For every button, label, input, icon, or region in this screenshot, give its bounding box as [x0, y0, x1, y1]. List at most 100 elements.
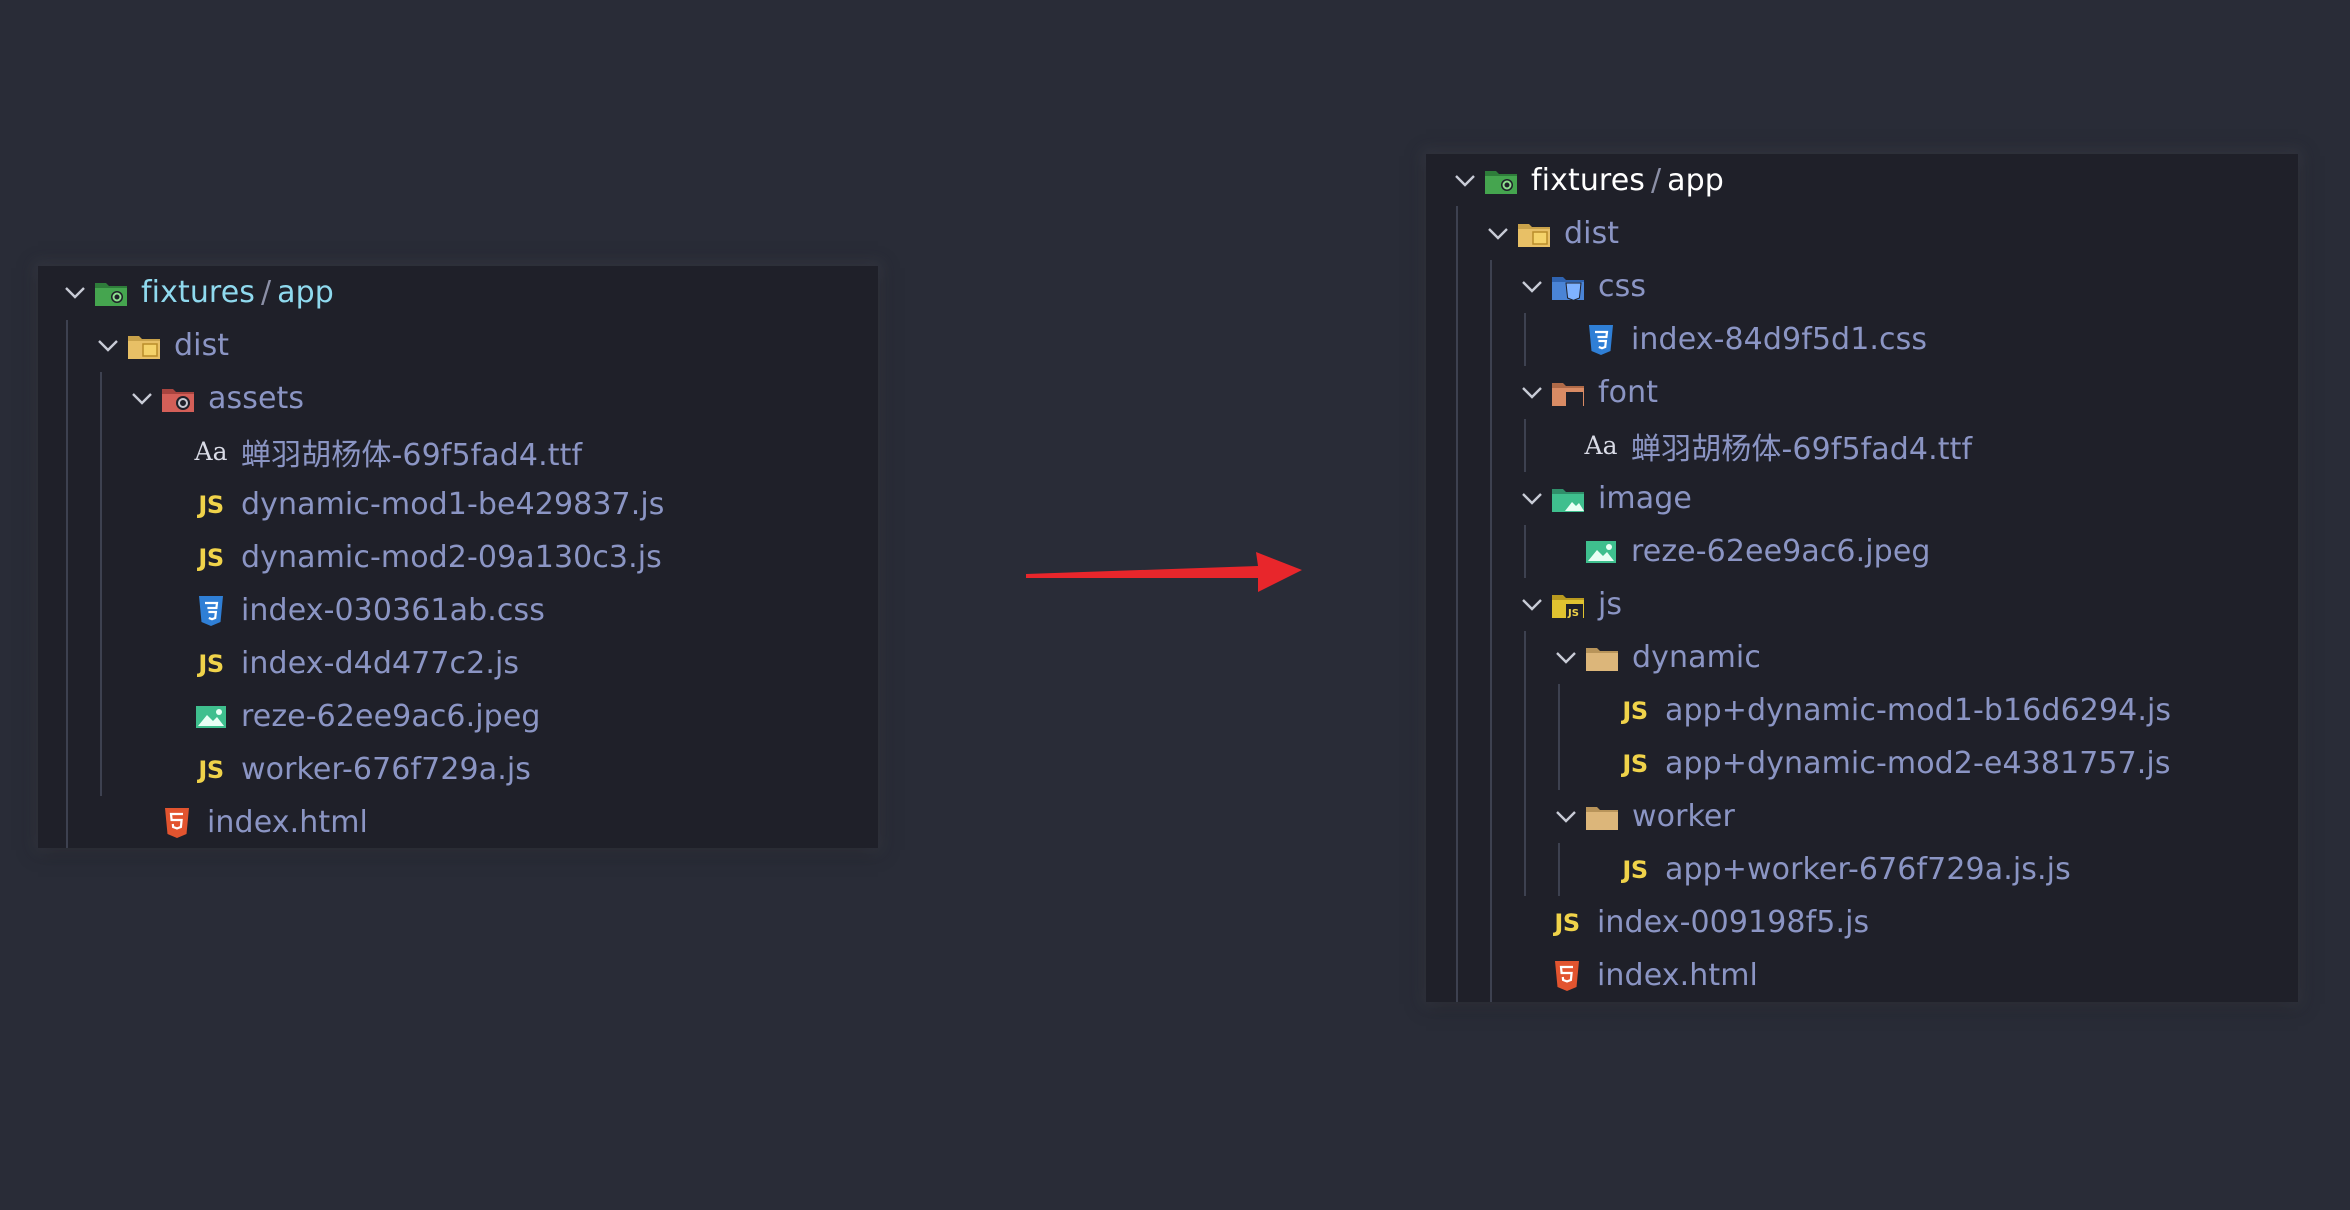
file-label: index-030361ab.css: [241, 593, 545, 628]
folder-icon: [1585, 800, 1619, 834]
tree-item-dynamic-folder[interactable]: dynamic: [1426, 631, 2298, 684]
tree-item-assets[interactable]: assets: [38, 372, 878, 425]
file-label: reze-62ee9ac6.jpeg: [241, 699, 541, 734]
folder-label: font: [1598, 375, 1659, 410]
root-label-app: app: [1667, 163, 1724, 198]
js-file-icon: JS: [1622, 749, 1648, 778]
project-folder-icon: [1484, 164, 1518, 198]
folder-icon: [1585, 641, 1619, 675]
root-label-app: app: [277, 275, 334, 310]
chevron-down-icon[interactable]: [61, 279, 89, 307]
tree-item-file[interactable]: Aa 蝉羽胡杨体-69f5fad4.ttf: [1426, 419, 2298, 472]
file-label: index-84d9f5d1.css: [1631, 322, 1928, 357]
tree-item-file[interactable]: JS app+dynamic-mod2-e4381757.js: [1426, 737, 2298, 790]
tree-item-file[interactable]: reze-62ee9ac6.jpeg: [38, 690, 878, 743]
root-label-fixtures: fixtures: [1531, 163, 1645, 198]
js-file-icon: JS: [198, 543, 224, 572]
tree-item-file[interactable]: JS app+dynamic-mod1-b16d6294.js: [1426, 684, 2298, 737]
dist-folder-icon: [1517, 217, 1551, 251]
js-folder-icon: JS: [1551, 588, 1585, 622]
file-label: dynamic-mod1-be429837.js: [241, 487, 665, 522]
tree-item-file[interactable]: reze-62ee9ac6.jpeg: [1426, 525, 2298, 578]
root-label-fixtures: fixtures: [141, 275, 255, 310]
tree-item-file[interactable]: JS app+worker-676f729a.js.js: [1426, 843, 2298, 896]
tree-item-js-folder[interactable]: JS js: [1426, 578, 2298, 631]
css-folder-icon: [1551, 270, 1585, 304]
chevron-down-icon[interactable]: [94, 332, 122, 360]
css-file-icon: [194, 594, 228, 628]
file-label: index-009198f5.js: [1597, 905, 1870, 940]
folder-label: assets: [208, 381, 305, 416]
tree-item-file[interactable]: JS index-d4d477c2.js: [38, 637, 878, 690]
tree-item-file[interactable]: index-84d9f5d1.css: [1426, 313, 2298, 366]
tree-item-font-folder[interactable]: font: [1426, 366, 2298, 419]
folder-label: worker: [1632, 799, 1735, 834]
image-file-icon: [194, 700, 228, 734]
tree-item-file[interactable]: JS worker-676f729a.js: [38, 743, 878, 796]
js-file-icon: JS: [1554, 908, 1580, 937]
path-separator: /: [1651, 163, 1662, 198]
file-label: reze-62ee9ac6.jpeg: [1631, 534, 1931, 569]
file-label: 蝉羽胡杨体-69f5fad4.ttf: [241, 437, 583, 473]
chevron-down-icon[interactable]: [1518, 485, 1546, 513]
file-explorer-before: fixtures / app dist assets Aa 蝉羽胡杨体-69f5…: [38, 266, 878, 848]
file-label: app+dynamic-mod2-e4381757.js: [1665, 746, 2171, 781]
tree-item-file[interactable]: JS dynamic-mod2-09a130c3.js: [38, 531, 878, 584]
svg-text:JS: JS: [1567, 608, 1579, 619]
chevron-down-icon[interactable]: [1518, 379, 1546, 407]
tree-item-root[interactable]: fixtures / app: [38, 266, 878, 319]
image-folder-icon: [1551, 482, 1585, 516]
file-label: app+dynamic-mod1-b16d6294.js: [1665, 693, 2172, 728]
chevron-down-icon[interactable]: [128, 385, 156, 413]
path-separator: /: [261, 275, 272, 310]
folder-label: js: [1598, 587, 1623, 622]
folder-label: css: [1598, 269, 1647, 304]
dist-folder-icon: [127, 329, 161, 363]
js-file-icon: JS: [198, 649, 224, 678]
chevron-down-icon[interactable]: [1451, 167, 1479, 195]
html-file-icon: [1550, 959, 1584, 993]
chevron-down-icon[interactable]: [1518, 591, 1546, 619]
html-file-icon: [160, 806, 194, 840]
tree-item-image-folder[interactable]: image: [1426, 472, 2298, 525]
tree-item-dist[interactable]: dist: [38, 319, 878, 372]
chevron-down-icon[interactable]: [1518, 273, 1546, 301]
transform-arrow-icon: [1026, 552, 1302, 592]
tree-item-file[interactable]: index-030361ab.css: [38, 584, 878, 637]
font-file-icon: Aa: [194, 437, 228, 466]
js-file-icon: JS: [198, 490, 224, 519]
font-file-icon: Aa: [1584, 431, 1618, 460]
tree-item-file[interactable]: JS dynamic-mod1-be429837.js: [38, 478, 878, 531]
js-file-icon: JS: [198, 755, 224, 784]
tree-item-css-folder[interactable]: css: [1426, 260, 2298, 313]
font-folder-icon: [1551, 376, 1585, 410]
folder-label: dynamic: [1632, 640, 1761, 675]
file-label: 蝉羽胡杨体-69f5fad4.ttf: [1631, 431, 1973, 467]
file-explorer-after: fixtures / app dist css index-84d9f5d1.c…: [1426, 154, 2298, 1002]
chevron-down-icon[interactable]: [1484, 220, 1512, 248]
tree-item-worker-folder[interactable]: worker: [1426, 790, 2298, 843]
file-label: index.html: [207, 805, 368, 840]
file-label: app+worker-676f729a.js.js: [1665, 852, 2071, 887]
file-label: dynamic-mod2-09a130c3.js: [241, 540, 662, 575]
css-file-icon: [1584, 323, 1618, 357]
tree-item-index-html[interactable]: index.html: [38, 796, 878, 848]
js-file-icon: JS: [1622, 696, 1648, 725]
folder-label: image: [1598, 481, 1692, 516]
folder-label: dist: [1564, 216, 1620, 251]
file-label: worker-676f729a.js: [241, 752, 531, 787]
js-file-icon: JS: [1622, 855, 1648, 884]
file-label: index-d4d477c2.js: [241, 646, 520, 681]
tree-item-index-html[interactable]: index.html: [1426, 949, 2298, 1002]
chevron-down-icon[interactable]: [1552, 803, 1580, 831]
image-file-icon: [1584, 535, 1618, 569]
assets-folder-icon: [161, 382, 195, 416]
tree-item-dist[interactable]: dist: [1426, 207, 2298, 260]
folder-label: dist: [174, 328, 230, 363]
tree-item-file[interactable]: JS index-009198f5.js: [1426, 896, 2298, 949]
chevron-down-icon[interactable]: [1552, 644, 1580, 672]
project-folder-icon: [94, 276, 128, 310]
tree-item-root[interactable]: fixtures / app: [1426, 154, 2298, 207]
tree-item-file[interactable]: Aa 蝉羽胡杨体-69f5fad4.ttf: [38, 425, 878, 478]
file-label: index.html: [1597, 958, 1758, 993]
